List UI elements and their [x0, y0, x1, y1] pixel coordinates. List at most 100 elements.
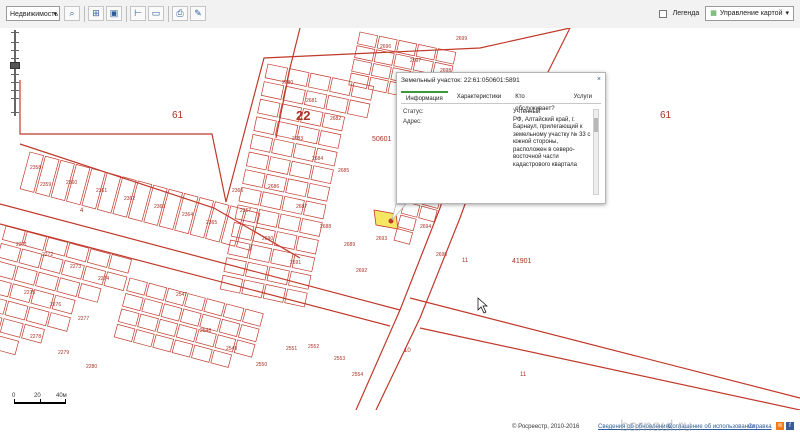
- parcel: [242, 169, 266, 188]
- parcel: [393, 228, 414, 245]
- parcel: [203, 298, 226, 317]
- parcel: [259, 191, 284, 211]
- popup-scrollbar[interactable]: [593, 109, 599, 195]
- parcel-number: 2361: [96, 188, 108, 194]
- folder-icon: ▭: [151, 8, 161, 18]
- parcel-number: 2684: [312, 156, 324, 162]
- parcel: [171, 339, 194, 358]
- zoom-slider[interactable]: [8, 28, 22, 120]
- folder-button[interactable]: ▭: [148, 6, 164, 21]
- zoom-tick: [11, 58, 19, 59]
- measure-button[interactable]: ⊢: [130, 6, 146, 21]
- parcel: [117, 308, 140, 327]
- parcel: [25, 306, 50, 327]
- parcel: [288, 270, 312, 290]
- zoom-tick: [11, 82, 19, 83]
- parcel: [260, 81, 285, 100]
- parcel: [218, 318, 241, 337]
- parcel: [435, 48, 457, 65]
- parcel: [277, 213, 302, 233]
- quarter-label-41901: 41901: [512, 258, 532, 265]
- parcel: [350, 81, 375, 101]
- parcel: [256, 209, 280, 228]
- parcel-number: 2279: [58, 350, 70, 356]
- parcel-number: 2364: [182, 212, 194, 218]
- tools-button[interactable]: ✎: [190, 6, 206, 21]
- parcel: [152, 334, 175, 353]
- parcel: [133, 329, 155, 348]
- parcel-number: 2694: [420, 224, 432, 230]
- parcel: [0, 277, 12, 298]
- parcel: [248, 244, 273, 263]
- road-edge: [419, 327, 800, 410]
- popup-body: Статус: Адрес: Учтенный РФ, Алтайский кр…: [403, 109, 593, 197]
- parcel-number: 2274: [98, 276, 110, 282]
- tab-services[interactable]: Услуги: [569, 91, 597, 103]
- parcel-number: 2688: [320, 224, 332, 230]
- parcel-number: 2548: [200, 328, 212, 334]
- parcel-number: 2687: [296, 204, 308, 210]
- coordinates-button[interactable]: ⊞: [88, 6, 104, 21]
- parcel: [306, 182, 331, 202]
- print-button[interactable]: ⎙: [172, 6, 188, 21]
- parcel-number: 2550: [256, 362, 268, 368]
- parcel-number: 2685: [338, 168, 350, 174]
- parcel: [295, 235, 319, 255]
- zoom-tick: [11, 90, 19, 91]
- parcel: [397, 214, 417, 232]
- map-label-61-right: 61: [660, 110, 672, 121]
- parcel-number: 2691: [290, 260, 302, 266]
- map-label-4: 4: [80, 208, 84, 214]
- tab-characteristics[interactable]: Характеристики: [452, 91, 507, 103]
- parcel-number: 2273: [70, 264, 82, 270]
- zoom-in-icon[interactable]: [11, 32, 19, 33]
- zoom-tick: [11, 50, 19, 51]
- legend-checkbox[interactable]: [658, 9, 667, 18]
- parcel-number: 2362: [124, 196, 136, 202]
- tab-who-serves[interactable]: Кто обслуживает?: [510, 91, 564, 112]
- parcel-number: 2693: [376, 236, 388, 242]
- coordinates-icon: ⊞: [92, 8, 100, 18]
- district-label-22: 22: [296, 108, 311, 123]
- parcel: [396, 39, 418, 57]
- parcel: [310, 165, 334, 185]
- parcel-number: 2366: [232, 188, 244, 194]
- parcel: [271, 138, 295, 158]
- parcel-number: 2367: [240, 208, 252, 214]
- rss-icon[interactable]: ≋: [776, 422, 784, 430]
- zoom-handle[interactable]: [10, 62, 20, 69]
- popup-tabs: Информация Характеристики Кто обслуживае…: [401, 91, 601, 112]
- map-control-select[interactable]: ▦ Управление картой ▾: [705, 6, 794, 21]
- parcel: [0, 260, 17, 280]
- zoom-out-icon[interactable]: [11, 112, 19, 113]
- road-edge: [409, 297, 800, 399]
- zoom-tick: [11, 42, 19, 43]
- close-icon[interactable]: ×: [597, 76, 601, 83]
- scroll-thumb[interactable]: [594, 118, 598, 132]
- parcel-number: 2690: [262, 236, 274, 242]
- parcel: [18, 248, 43, 269]
- parcel: [227, 239, 251, 259]
- toolbar-divider: [84, 6, 85, 22]
- scale-label: 0: [12, 393, 16, 399]
- parcel: [253, 116, 277, 136]
- help-link[interactable]: Справка: [748, 424, 772, 430]
- ruler-icon: ⊢: [134, 8, 142, 18]
- facebook-icon[interactable]: f: [786, 422, 794, 430]
- parcel-number: 2549: [226, 346, 238, 352]
- parcel: [113, 323, 136, 343]
- search-type-select[interactable]: Недвижимость ▾: [6, 6, 60, 21]
- parcel: [122, 293, 144, 312]
- parcel-number: 2692: [356, 268, 368, 274]
- image-button[interactable]: ▣: [106, 6, 122, 21]
- parcel-number: 2689: [344, 242, 356, 248]
- parcel: [257, 98, 281, 118]
- tab-information[interactable]: Информация: [401, 91, 448, 103]
- map-toolbar: Недвижимость ▾ ⌕ ⊞ ▣ ⊢ ▭ ⎙ ✎ Легенда ▦ У…: [0, 0, 800, 29]
- parcel-number: 2278: [30, 334, 42, 340]
- search-button[interactable]: ⌕: [64, 6, 80, 21]
- parcel-number: 2547: [176, 292, 188, 298]
- parcel: [141, 298, 163, 317]
- cursor-icon: [477, 297, 488, 314]
- parcel: [145, 282, 168, 301]
